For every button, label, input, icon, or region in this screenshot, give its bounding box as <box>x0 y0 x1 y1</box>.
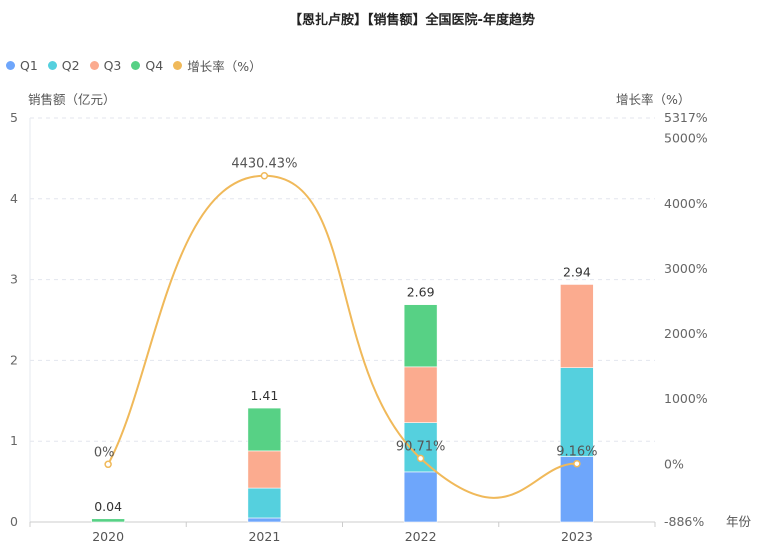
x-tick-label: 2021 <box>248 529 280 544</box>
growth-point <box>416 454 425 463</box>
bar-q3 <box>403 366 438 423</box>
y-tick-label: 0 <box>10 514 18 529</box>
y-tick-label: 5 <box>10 110 18 125</box>
y2-tick-label: 4000% <box>664 196 708 211</box>
growth-point <box>573 459 581 468</box>
bar-q4 <box>91 518 125 523</box>
y2-tick-label: 1000% <box>664 391 708 406</box>
chart-canvas: 0 1 2 3 4 5 -886% 0% 1000% 2000% 3000% 4000% 5000% 53… <box>10 110 752 544</box>
growth-label: 9.16% <box>556 445 597 460</box>
y2-tick-label: -886% <box>664 514 704 529</box>
growth-line <box>107 174 577 499</box>
bar-total-label: 1.41 <box>250 388 278 403</box>
y-tick-label: 4 <box>10 191 18 206</box>
x-axis-title: 年份 <box>726 514 752 529</box>
y2-tick-label: 3000% <box>664 261 708 276</box>
x-tick-label: 2023 <box>561 529 593 544</box>
y2-tick-label: 5000% <box>664 131 708 146</box>
bar-q4 <box>247 407 282 452</box>
y-tick-label: 3 <box>10 272 18 287</box>
bar-q3 <box>247 450 282 489</box>
bar-q3 <box>560 284 594 368</box>
y2-tick-label: 0% <box>664 456 684 471</box>
bar-q1 <box>403 471 438 523</box>
y2-tick-label: 5317% <box>664 110 708 125</box>
y-tick-label: 2 <box>10 352 18 367</box>
growth-point <box>260 171 269 180</box>
y2-tick-label: 2000% <box>664 326 708 341</box>
bar-total-label: 0.04 <box>94 499 122 514</box>
bar-total-label: 2.69 <box>407 285 435 300</box>
growth-label: 4430.43% <box>231 157 297 172</box>
bar-total-label: 2.94 <box>563 264 591 279</box>
growth-label: 0% <box>94 445 115 460</box>
bar-q4 <box>403 304 438 368</box>
bar-q2 <box>247 487 282 519</box>
y-tick-label: 1 <box>10 433 18 448</box>
bar-q2 <box>560 367 594 457</box>
x-tick-label: 2020 <box>92 529 124 544</box>
growth-point <box>104 460 112 469</box>
x-tick-label: 2022 <box>405 529 437 544</box>
bar-q1 <box>247 517 282 523</box>
growth-label: 90.71% <box>396 439 446 454</box>
